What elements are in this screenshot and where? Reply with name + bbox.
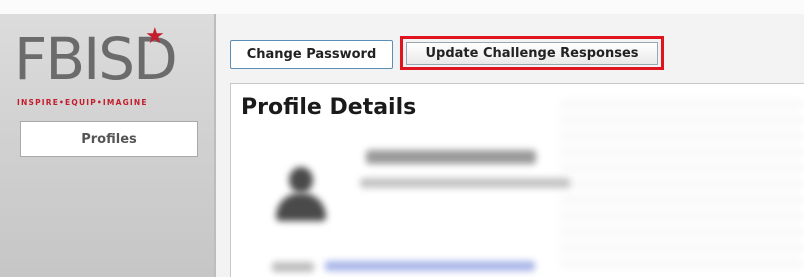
- logo-tagline: INSPIRE•EQUIP•IMAGINE: [17, 98, 148, 107]
- redacted-name: [366, 150, 536, 164]
- tab-change-password[interactable]: Change Password: [230, 40, 393, 69]
- top-strip: [0, 0, 804, 14]
- redacted-subtitle: [360, 178, 570, 188]
- tab-update-challenge-responses[interactable]: Update Challenge Responses: [406, 42, 658, 65]
- user-silhouette-icon: [289, 167, 313, 193]
- sidebar-item-profiles[interactable]: Profiles: [20, 121, 198, 157]
- page-title: Profile Details: [241, 95, 417, 120]
- redacted-email-label: [272, 262, 314, 272]
- sidebar-divider: [214, 14, 216, 277]
- star-icon: ★: [145, 24, 165, 49]
- blurred-background: [560, 100, 804, 270]
- fbisd-logo: FBISD ★ INSPIRE•EQUIP•IMAGINE: [14, 24, 204, 108]
- redacted-email-link[interactable]: [325, 261, 535, 271]
